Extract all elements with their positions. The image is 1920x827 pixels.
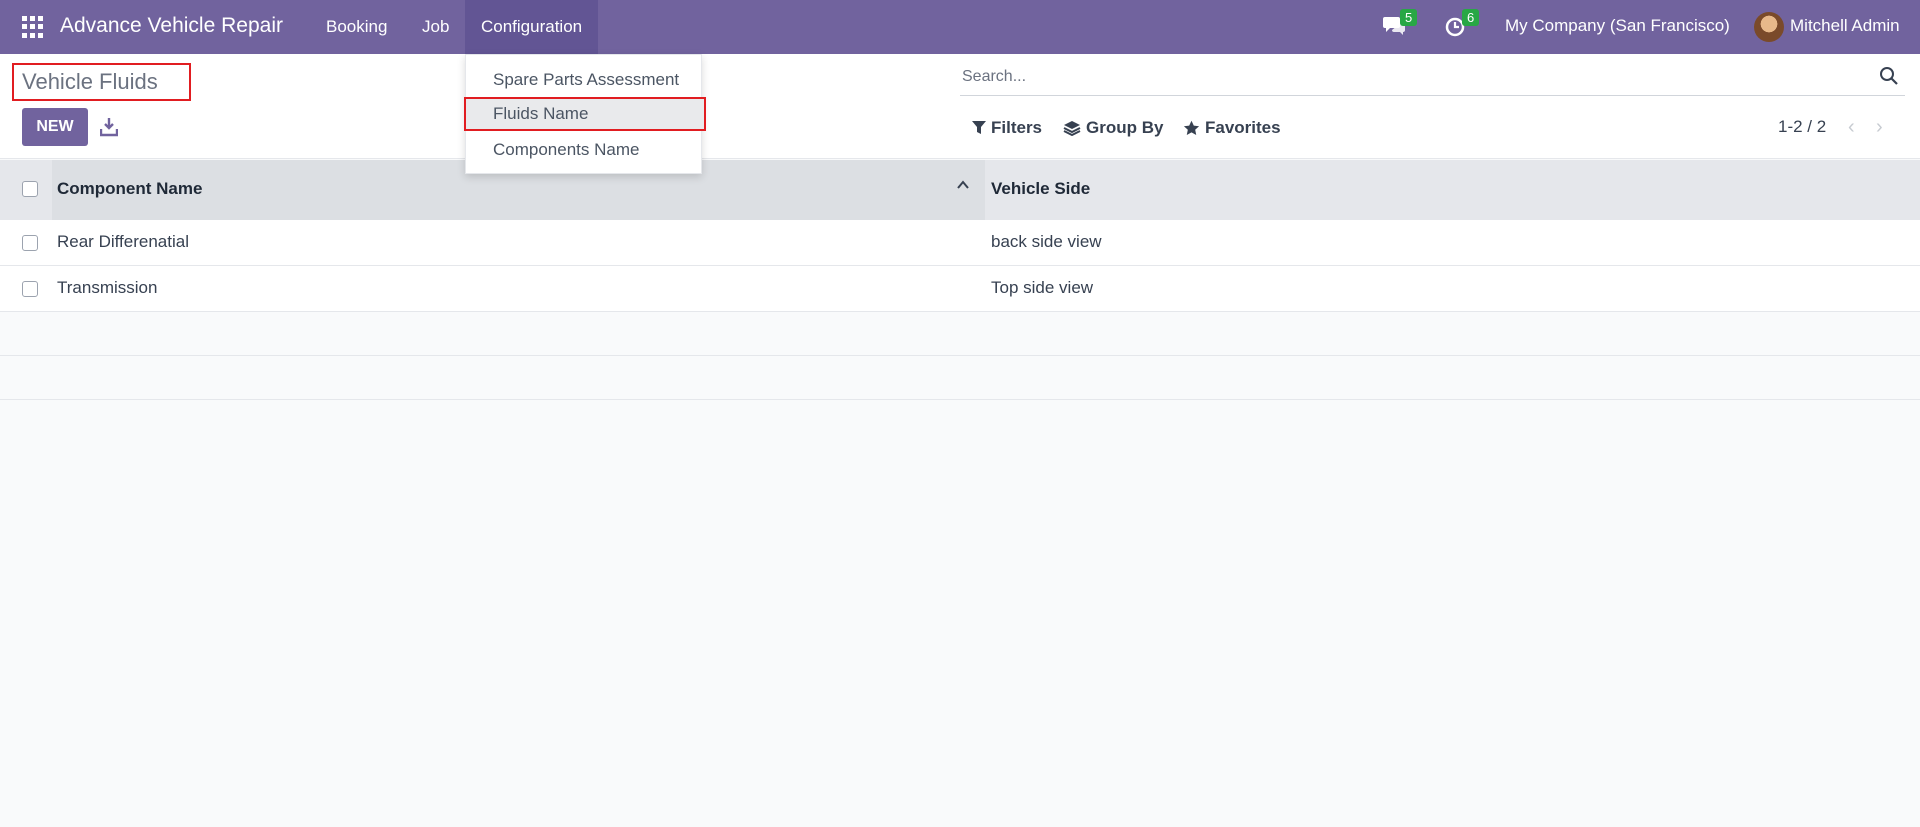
new-button[interactable]: NEW — [22, 108, 88, 146]
user-menu[interactable]: Mitchell Admin — [1790, 16, 1900, 36]
menu-configuration[interactable]: Configuration — [465, 0, 599, 54]
menu-item-components-name[interactable]: Components Name — [466, 133, 701, 167]
filter-icon — [972, 121, 986, 134]
cell-vehicle-side: Top side view — [991, 278, 1094, 297]
activities-count-badge: 6 — [1462, 9, 1480, 26]
cell-component-name: Transmission — [57, 278, 158, 297]
cell-vehicle-side: back side view — [991, 232, 1102, 251]
menu-item-spare-parts-assessment[interactable]: Spare Parts Assessment — [466, 63, 701, 97]
favorites-label: Favorites — [1205, 118, 1281, 137]
table-row[interactable]: Rear Differenatial back side view — [0, 220, 1920, 266]
empty-row — [0, 312, 1920, 356]
groupby-button[interactable]: Group By — [1063, 118, 1163, 138]
pager-value[interactable]: 1-2 / 2 — [1778, 117, 1826, 137]
messages-button[interactable]: 5 — [1382, 9, 1418, 39]
top-navbar: Advance Vehicle Repair Booking Job Confi… — [0, 0, 1920, 54]
apps-grid-icon[interactable] — [22, 16, 44, 38]
row-checkbox[interactable] — [22, 281, 38, 297]
select-all-checkbox[interactable] — [22, 181, 38, 197]
search-input[interactable] — [962, 64, 1842, 90]
groupby-label: Group By — [1086, 118, 1164, 137]
favorites-button[interactable]: Favorites — [1183, 118, 1281, 138]
pager-previous-icon[interactable]: ‹ — [1848, 116, 1855, 139]
cell-component-name: Rear Differenatial — [57, 232, 189, 251]
menu-booking[interactable]: Booking — [310, 0, 403, 54]
activities-button[interactable]: 6 — [1444, 9, 1480, 39]
search-bar — [960, 60, 1905, 96]
column-header-vehicle-side[interactable]: Vehicle Side — [991, 179, 1090, 199]
layers-icon — [1063, 121, 1081, 136]
download-icon[interactable] — [100, 117, 118, 137]
list-table: Component Name Vehicle Side Rear Differe… — [0, 160, 1920, 400]
user-avatar[interactable] — [1754, 12, 1784, 42]
search-icon[interactable] — [1879, 66, 1899, 86]
table-row[interactable]: Transmission Top side view — [0, 266, 1920, 312]
filters-button[interactable]: Filters — [972, 118, 1042, 138]
table-header: Component Name Vehicle Side — [0, 160, 1920, 220]
app-brand[interactable]: Advance Vehicle Repair — [60, 14, 283, 38]
empty-row — [0, 356, 1920, 400]
control-panel: Vehicle Fluids NEW Filters Group By Favo… — [0, 54, 1920, 159]
menu-item-fluids-name[interactable]: Fluids Name — [464, 97, 706, 131]
pager-next-icon[interactable]: › — [1876, 116, 1883, 139]
column-header-component-name[interactable]: Component Name — [57, 179, 202, 199]
page-title: Vehicle Fluids — [12, 63, 191, 101]
company-switcher[interactable]: My Company (San Francisco) — [1505, 16, 1730, 36]
sort-ascending-icon[interactable] — [956, 178, 970, 192]
row-checkbox[interactable] — [22, 235, 38, 251]
configuration-dropdown: Spare Parts Assessment Fluids Name Compo… — [464, 54, 706, 174]
menu-job[interactable]: Job — [406, 0, 465, 54]
messages-count-badge: 5 — [1400, 9, 1418, 26]
filters-label: Filters — [991, 118, 1043, 137]
star-icon — [1183, 120, 1200, 136]
